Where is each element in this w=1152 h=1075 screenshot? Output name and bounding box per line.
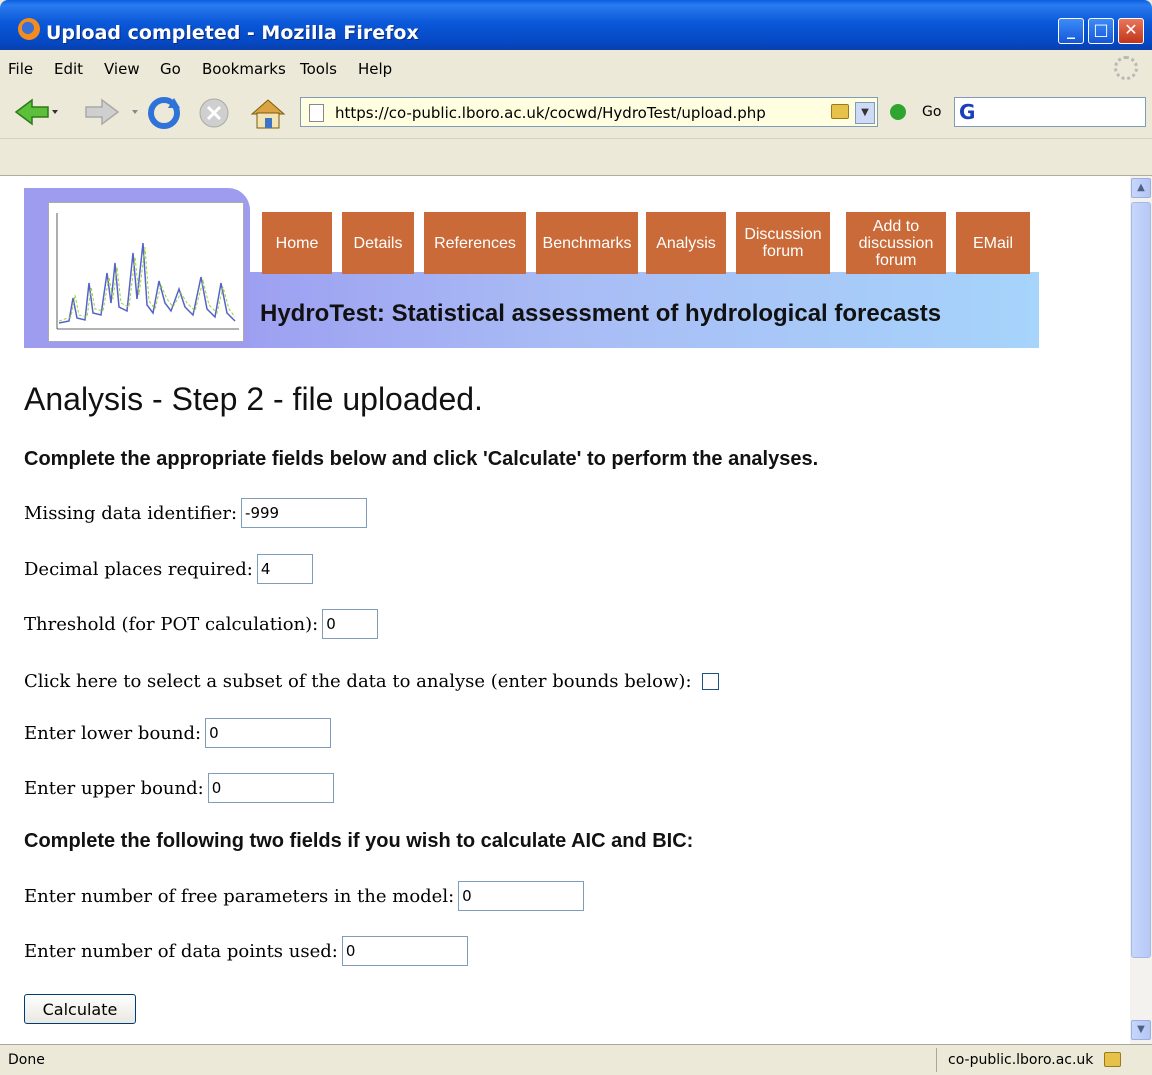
site-banner: Home Details References Benchmarks Analy… xyxy=(24,188,1039,348)
status-separator xyxy=(936,1048,937,1072)
url-dropdown-button[interactable]: ▼ xyxy=(855,102,875,124)
go-icon[interactable] xyxy=(890,104,906,120)
calculate-button[interactable]: Calculate xyxy=(24,994,136,1024)
upper-bound-label: Enter upper bound: xyxy=(24,777,204,799)
maximize-button[interactable]: □ xyxy=(1088,18,1114,44)
menu-help[interactable]: Help xyxy=(358,60,392,78)
status-bar: Done co-public.lboro.ac.uk xyxy=(0,1044,1152,1075)
reload-icon[interactable] xyxy=(146,96,186,130)
lock-icon[interactable] xyxy=(831,104,849,119)
title-bar: Upload completed - Mozilla Firefox _ □ ✕ xyxy=(0,0,1152,50)
threshold-row: Threshold (for POT calculation): xyxy=(24,609,379,639)
scroll-down-button[interactable]: ▼ xyxy=(1131,1020,1151,1040)
instructions-heading: Complete the appropriate fields below an… xyxy=(24,448,819,470)
nav-email[interactable]: EMail xyxy=(956,212,1030,274)
throbber-icon xyxy=(1114,56,1138,80)
lower-bound-input[interactable] xyxy=(205,718,332,748)
menu-go[interactable]: Go xyxy=(160,60,181,78)
scrollbar-thumb[interactable] xyxy=(1131,202,1151,958)
menu-bookmarks[interactable]: Bookmarks xyxy=(202,60,286,78)
forward-icon[interactable] xyxy=(82,96,144,128)
lower-bound-label: Enter lower bound: xyxy=(24,722,202,744)
minimize-button[interactable]: _ xyxy=(1058,18,1084,44)
google-icon[interactable]: G xyxy=(959,100,975,124)
subset-label: Click here to select a subset of the dat… xyxy=(24,670,692,692)
page-content: Home Details References Benchmarks Analy… xyxy=(0,176,1130,1044)
threshold-label: Threshold (for POT calculation): xyxy=(24,613,319,635)
menu-view[interactable]: View xyxy=(104,60,140,78)
page-title: Analysis - Step 2 - file uploaded. xyxy=(24,381,483,417)
free-parameters-input[interactable] xyxy=(458,881,585,911)
decimal-places-input[interactable] xyxy=(256,554,313,584)
page-icon xyxy=(309,104,324,122)
data-points-input[interactable] xyxy=(341,936,468,966)
menu-edit[interactable]: Edit xyxy=(54,60,83,78)
threshold-input[interactable] xyxy=(322,609,379,639)
decimal-places-row: Decimal places required: xyxy=(24,554,313,584)
free-parameters-label: Enter number of free parameters in the m… xyxy=(24,885,455,907)
window-title: Upload completed - Mozilla Firefox xyxy=(46,22,419,44)
close-button[interactable]: ✕ xyxy=(1118,18,1144,44)
menu-bar: File Edit View Go Bookmarks Tools Help xyxy=(0,50,1152,86)
status-host: co-public.lboro.ac.uk xyxy=(948,1052,1094,1068)
scroll-up-button[interactable]: ▲ xyxy=(1131,178,1151,198)
subset-checkbox[interactable] xyxy=(701,672,719,690)
menu-file[interactable]: File xyxy=(8,60,33,78)
nav-add-to-discussion-forum[interactable]: Add to discussion forum xyxy=(846,212,946,274)
nav-home[interactable]: Home xyxy=(262,212,332,274)
subset-row: Click here to select a subset of the dat… xyxy=(24,666,719,696)
bookmarks-toolbar xyxy=(0,139,1152,176)
missing-data-label: Missing data identifier: xyxy=(24,502,238,524)
firefox-icon xyxy=(18,18,40,40)
back-icon[interactable] xyxy=(12,96,58,128)
upper-bound-input[interactable] xyxy=(207,773,334,803)
nav-analysis[interactable]: Analysis xyxy=(646,212,726,274)
nav-details[interactable]: Details xyxy=(342,212,414,274)
url-bar[interactable]: https://co-public.lboro.ac.uk/cocwd/Hydr… xyxy=(300,97,878,127)
upper-bound-row: Enter upper bound: xyxy=(24,773,334,803)
stop-icon[interactable] xyxy=(198,96,232,130)
free-parameters-row: Enter number of free parameters in the m… xyxy=(24,881,585,911)
menu-tools[interactable]: Tools xyxy=(300,60,337,78)
navigation-toolbar: https://co-public.lboro.ac.uk/cocwd/Hydr… xyxy=(0,86,1152,139)
go-button[interactable]: Go xyxy=(922,104,941,120)
url-text[interactable]: https://co-public.lboro.ac.uk/cocwd/Hydr… xyxy=(335,104,766,122)
nav-discussion-forum[interactable]: Discussion forum xyxy=(736,212,830,274)
hydrograph-logo-image xyxy=(48,202,244,342)
data-points-row: Enter number of data points used: xyxy=(24,936,468,966)
status-text: Done xyxy=(8,1052,45,1068)
missing-data-row: Missing data identifier: xyxy=(24,498,368,528)
vertical-scrollbar[interactable]: ▲ ▼ xyxy=(1130,176,1152,1044)
search-input[interactable]: G xyxy=(954,97,1146,127)
missing-data-input[interactable] xyxy=(241,498,368,528)
data-points-label: Enter number of data points used: xyxy=(24,940,338,962)
nav-benchmarks[interactable]: Benchmarks xyxy=(536,212,638,274)
lock-icon[interactable] xyxy=(1104,1052,1121,1067)
lower-bound-row: Enter lower bound: xyxy=(24,718,332,748)
nav-references[interactable]: References xyxy=(424,212,526,274)
decimal-places-label: Decimal places required: xyxy=(24,558,253,580)
home-icon[interactable] xyxy=(248,96,288,132)
aic-bic-heading: Complete the following two fields if you… xyxy=(24,830,694,852)
site-title: HydroTest: Statistical assessment of hyd… xyxy=(260,300,942,327)
